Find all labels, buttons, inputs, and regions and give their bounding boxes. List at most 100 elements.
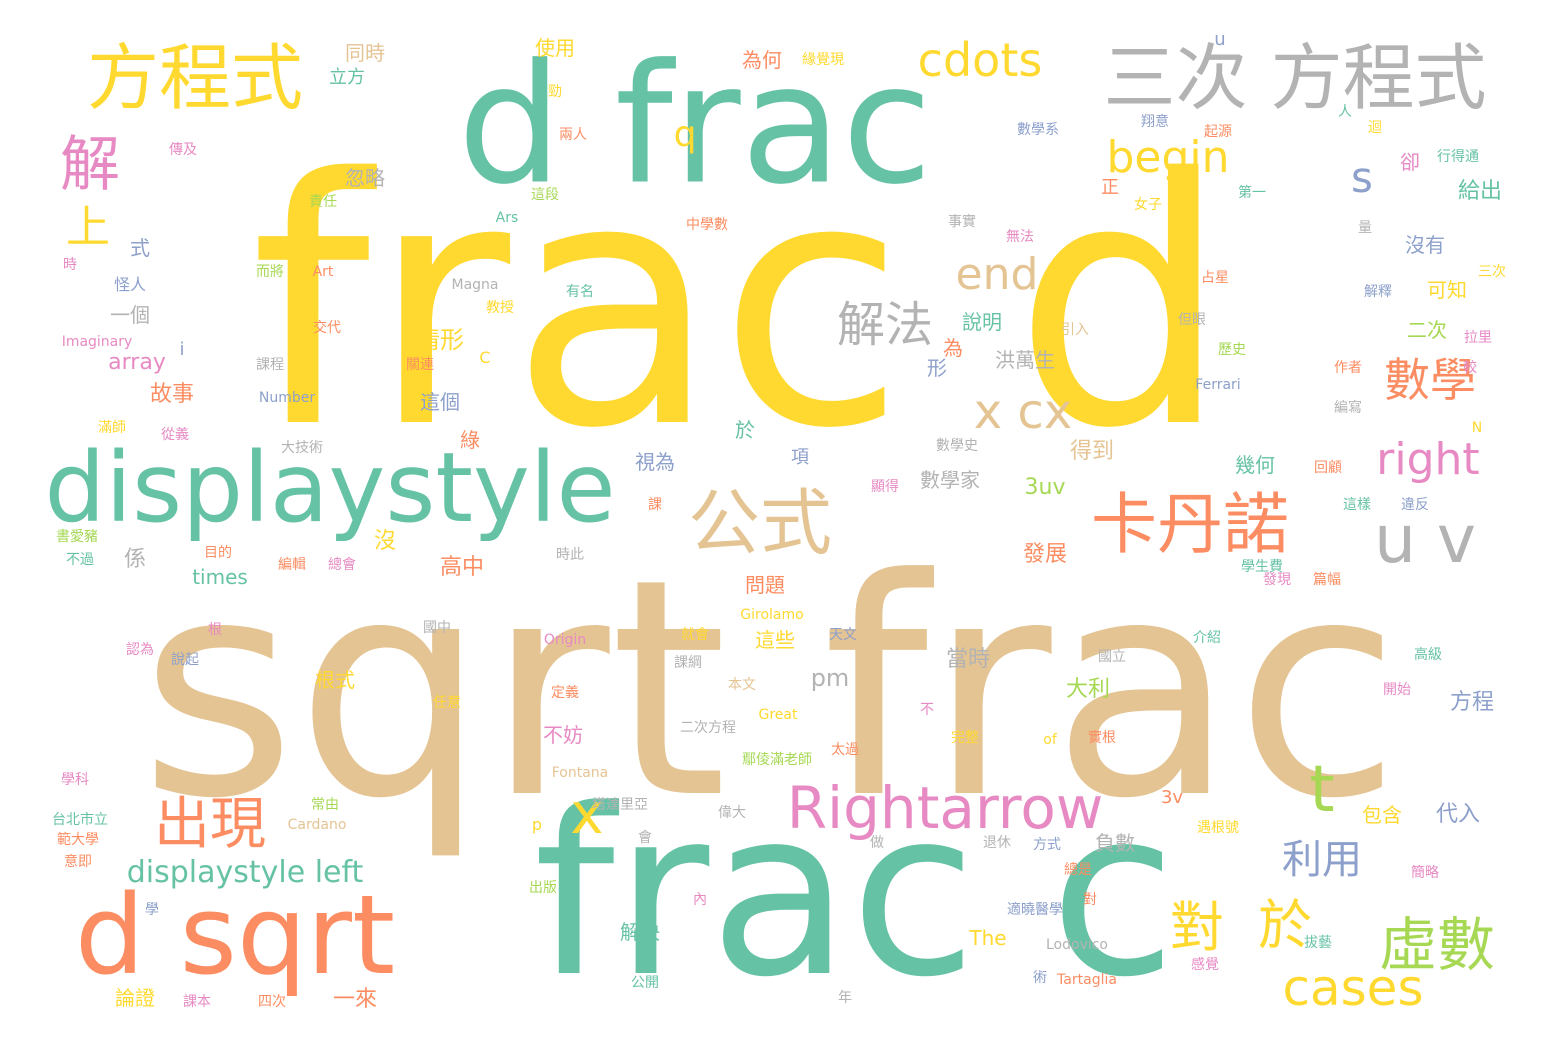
- word: 拔藝: [1304, 935, 1332, 951]
- word: 關連: [406, 357, 434, 373]
- word: 得到: [1069, 439, 1115, 464]
- word: 解: [60, 130, 120, 200]
- word: 課綱: [674, 655, 702, 671]
- word: x: [570, 782, 604, 847]
- word: 女子: [1134, 197, 1162, 213]
- word: 鄢倰滿老師: [742, 752, 812, 768]
- word: 沒: [373, 529, 397, 554]
- word: p: [531, 815, 543, 834]
- word: 大技術: [281, 440, 323, 456]
- word-cloud: frac d sqrt frac frac c d frac displayst…: [0, 0, 1548, 1052]
- word: 忽略: [345, 166, 385, 190]
- word: 國中: [423, 620, 451, 636]
- word: 國立: [1098, 649, 1126, 665]
- word: 沒有: [1405, 233, 1445, 257]
- word: Great: [758, 707, 798, 723]
- word: 方程式: [86, 36, 304, 120]
- word: 解釋: [1364, 284, 1392, 300]
- word: 量: [1358, 220, 1372, 236]
- word: 出現: [154, 792, 266, 857]
- word: 迴: [1368, 120, 1382, 136]
- word: 數學系: [1017, 122, 1059, 138]
- word: 人: [1338, 104, 1352, 120]
- word: 偉大: [718, 805, 746, 821]
- word: 怪人: [113, 275, 147, 294]
- word: 較: [1463, 360, 1477, 376]
- word: 課本: [183, 994, 211, 1010]
- word: 從義: [161, 427, 189, 443]
- word: 不妨: [543, 723, 583, 747]
- word: 違反: [1401, 497, 1429, 513]
- word: Ars: [495, 210, 519, 226]
- word: 占星: [1201, 270, 1229, 286]
- word: pm: [810, 664, 850, 692]
- word: 給出: [1457, 179, 1503, 204]
- word: 根: [208, 622, 222, 638]
- word: q: [673, 114, 697, 155]
- word: 開始: [1383, 682, 1411, 698]
- word: 內: [693, 892, 707, 908]
- word: 翔意: [1141, 114, 1169, 130]
- word: Fontana: [551, 765, 609, 781]
- word: x cx: [973, 384, 1073, 440]
- word: C: [479, 348, 491, 367]
- word: 利用: [1282, 837, 1362, 883]
- word: 介紹: [1193, 630, 1221, 646]
- word: 歷史: [1218, 342, 1246, 358]
- word: 解法: [836, 297, 934, 353]
- word: 引入: [1061, 322, 1089, 338]
- word: 課: [648, 497, 662, 513]
- word: 學: [145, 902, 159, 918]
- word: 卻: [1400, 150, 1420, 174]
- word: 課程: [256, 357, 284, 373]
- word: 情形: [416, 326, 464, 354]
- word: 形: [927, 356, 947, 380]
- word: 問題: [745, 573, 785, 597]
- word: 同時: [345, 41, 385, 65]
- word: 二次方程: [680, 720, 736, 736]
- word: 總會: [328, 557, 356, 573]
- word: 教授: [486, 300, 514, 316]
- word: s: [1351, 153, 1373, 202]
- word: 學科: [61, 772, 89, 788]
- word: 上: [66, 202, 110, 253]
- word: 方程: [1449, 690, 1495, 715]
- word: 解決: [620, 920, 660, 944]
- word: 論證: [115, 986, 155, 1010]
- word: 事實: [948, 214, 976, 230]
- word: 編輯: [278, 557, 306, 573]
- word: 3v: [1160, 787, 1184, 808]
- word: 包含: [1362, 803, 1402, 827]
- word: 3uv: [1024, 475, 1066, 500]
- word: 天文: [829, 627, 857, 643]
- word: 會: [638, 830, 652, 846]
- word: 時: [63, 257, 77, 273]
- word: 這些: [755, 628, 795, 652]
- word: right: [1376, 434, 1480, 485]
- word: 項: [791, 447, 809, 468]
- word: u v: [1374, 501, 1476, 578]
- word: 不過: [66, 552, 94, 568]
- word: 無法: [1006, 229, 1034, 245]
- word: 任意: [433, 695, 461, 711]
- word: begin: [1106, 132, 1230, 183]
- word: 做: [870, 835, 884, 851]
- word: 中學數: [686, 217, 728, 233]
- word: 本文: [728, 677, 756, 693]
- word: 常由: [311, 797, 339, 813]
- word: 視為: [635, 450, 675, 474]
- word: Ferrari: [1195, 377, 1241, 393]
- word: 滿師: [98, 420, 126, 436]
- word: 發展: [1022, 542, 1068, 567]
- word: Lodovico: [1045, 937, 1109, 953]
- word: 但眼: [1178, 312, 1206, 328]
- word: 三次 方程式: [1103, 36, 1487, 120]
- word: 三次: [1478, 264, 1506, 280]
- word: 故事: [149, 382, 195, 407]
- word: 對: [1083, 892, 1097, 908]
- word: 實根: [1088, 730, 1116, 746]
- word: The: [969, 926, 1007, 950]
- word: 顯得: [871, 479, 899, 495]
- word: times: [192, 565, 248, 589]
- word: displaystyle left: [126, 855, 364, 890]
